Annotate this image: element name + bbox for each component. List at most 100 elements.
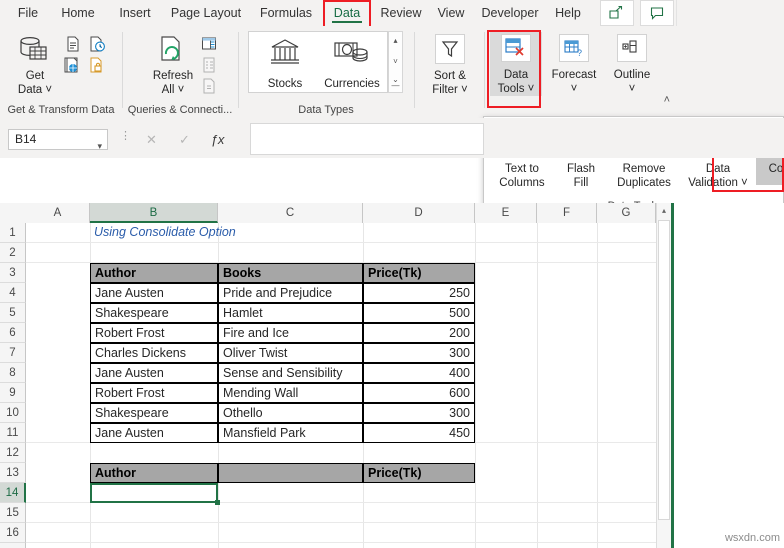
table-row[interactable]: 300 bbox=[363, 403, 475, 423]
row-header-17-partial[interactable] bbox=[0, 543, 26, 548]
enter-icon[interactable]: ✓ bbox=[168, 129, 201, 150]
row-header-10[interactable]: 10 bbox=[0, 403, 26, 423]
gallery-scroll-down-icon[interactable]: ˅ bbox=[389, 58, 402, 66]
refresh-all-button[interactable]: Refresh All ˅ bbox=[144, 34, 202, 96]
from-text-csv-icon[interactable] bbox=[64, 35, 82, 53]
table-row[interactable]: Shakespeare bbox=[90, 303, 218, 323]
stocks-button[interactable]: Stocks bbox=[253, 36, 317, 90]
row-header-11[interactable]: 11 bbox=[0, 423, 26, 443]
column-header-g[interactable]: G bbox=[597, 203, 656, 223]
tab-file[interactable]: File bbox=[6, 0, 50, 26]
row-header-6[interactable]: 6 bbox=[0, 323, 26, 343]
gallery-scroll-up-icon[interactable]: ▴ bbox=[389, 37, 402, 45]
tab-developer[interactable]: Developer bbox=[474, 0, 546, 26]
active-cell-b14[interactable] bbox=[90, 483, 218, 503]
get-data-button[interactable]: Get Data ˅ bbox=[6, 34, 64, 96]
ribbon-collapse-icon[interactable]: ˄ bbox=[664, 94, 670, 106]
row-header-1[interactable]: 1 bbox=[0, 223, 26, 243]
table-row[interactable]: Mansfield Park bbox=[218, 423, 363, 443]
table-row[interactable]: Mending Wall bbox=[218, 383, 363, 403]
table-row[interactable]: Othello bbox=[218, 403, 363, 423]
comments-icon[interactable] bbox=[640, 0, 674, 26]
existing-connections-icon[interactable] bbox=[88, 56, 106, 74]
outline-button[interactable]: Outline ˅ bbox=[606, 32, 658, 96]
sheet-cells[interactable]: Using Consolidate Option Author Books Pr… bbox=[26, 223, 656, 548]
row-header-15[interactable]: 15 bbox=[0, 503, 26, 523]
recent-sources-icon[interactable] bbox=[88, 35, 106, 53]
queries-connections-icon[interactable] bbox=[200, 35, 218, 53]
row-header-2[interactable]: 2 bbox=[0, 243, 26, 263]
column-header-d[interactable]: D bbox=[363, 203, 475, 223]
table-row[interactable]: 450 bbox=[363, 423, 475, 443]
table-row[interactable]: 500 bbox=[363, 303, 475, 323]
outline-chevron: ˅ bbox=[628, 82, 636, 95]
row-header-9[interactable]: 9 bbox=[0, 383, 26, 403]
table1-header-author[interactable]: Author bbox=[90, 263, 218, 283]
row-header-12[interactable]: 12 bbox=[0, 443, 26, 463]
table-row[interactable]: Robert Frost bbox=[90, 323, 218, 343]
scroll-up-icon[interactable]: ▴ bbox=[657, 203, 671, 219]
sort-filter-button[interactable]: Sort & Filter ˅ bbox=[422, 34, 478, 96]
column-header-a[interactable]: A bbox=[26, 203, 90, 223]
table-row[interactable]: 600 bbox=[363, 383, 475, 403]
tab-help[interactable]: Help bbox=[548, 0, 588, 26]
table-row[interactable]: Pride and Prejudice bbox=[218, 283, 363, 303]
column-header-f[interactable]: F bbox=[537, 203, 597, 223]
gallery-more-icon[interactable]: ⌄ — bbox=[389, 76, 402, 90]
table-row[interactable]: Oliver Twist bbox=[218, 343, 363, 363]
table-row[interactable]: 250 bbox=[363, 283, 475, 303]
row-header-4[interactable]: 4 bbox=[0, 283, 26, 303]
vertical-scrollbar[interactable]: ▴ bbox=[656, 203, 671, 548]
ribbon-group-tools: Data Tools ˅ ? Forecast ˅ Outline ˅ ˄ bbox=[486, 26, 670, 118]
table1-header-books[interactable]: Books bbox=[218, 263, 363, 283]
table-row[interactable]: Hamlet bbox=[218, 303, 363, 323]
worksheet-title-cell[interactable]: Using Consolidate Option bbox=[94, 223, 374, 243]
data-tools-button[interactable]: Data Tools ˅ bbox=[490, 32, 542, 96]
data-types-scroll[interactable]: ▴ ˅ ⌄ — bbox=[388, 31, 403, 93]
formula-bar-grip[interactable]: ⋮ bbox=[120, 131, 131, 142]
row-header-5[interactable]: 5 bbox=[0, 303, 26, 323]
table-row[interactable]: Jane Austen bbox=[90, 283, 218, 303]
column-header-e[interactable]: E bbox=[475, 203, 537, 223]
table-row[interactable]: Charles Dickens bbox=[90, 343, 218, 363]
insert-function-icon[interactable]: ƒx bbox=[201, 129, 234, 150]
table1-header-price[interactable]: Price(Tk) bbox=[363, 263, 475, 283]
table-row[interactable]: Fire and Ice bbox=[218, 323, 363, 343]
forecast-button[interactable]: ? Forecast ˅ bbox=[546, 32, 602, 96]
scrollbar-thumb[interactable] bbox=[658, 220, 670, 520]
row-header-16[interactable]: 16 bbox=[0, 523, 26, 543]
tab-view[interactable]: View bbox=[430, 0, 472, 26]
row-header-14[interactable]: 14 bbox=[0, 483, 26, 503]
tab-page-layout[interactable]: Page Layout bbox=[162, 0, 250, 26]
row-header-3[interactable]: 3 bbox=[0, 263, 26, 283]
tab-review[interactable]: Review bbox=[374, 0, 428, 26]
table-row[interactable]: Jane Austen bbox=[90, 363, 218, 383]
tab-home[interactable]: Home bbox=[52, 0, 104, 26]
table-row[interactable]: Robert Frost bbox=[90, 383, 218, 403]
column-header-c[interactable]: C bbox=[218, 203, 363, 223]
row-header-7[interactable]: 7 bbox=[0, 343, 26, 363]
table2-header-author[interactable]: Author bbox=[90, 463, 218, 483]
column-header-b[interactable]: B bbox=[90, 203, 218, 223]
tab-insert[interactable]: Insert bbox=[110, 0, 160, 26]
table-row[interactable]: Sense and Sensibility bbox=[218, 363, 363, 383]
table-row[interactable]: Shakespeare bbox=[90, 403, 218, 423]
share-icon[interactable] bbox=[600, 0, 634, 26]
currencies-button[interactable]: Currencies bbox=[317, 36, 387, 90]
row-header-13[interactable]: 13 bbox=[0, 463, 26, 483]
formula-input[interactable] bbox=[250, 123, 484, 155]
table-row[interactable]: 400 bbox=[363, 363, 475, 383]
name-box[interactable]: B14 ▾ bbox=[8, 129, 108, 151]
name-box-chevron-icon[interactable]: ▾ bbox=[97, 137, 102, 156]
table-row[interactable]: 300 bbox=[363, 343, 475, 363]
table2-header-price[interactable]: Price(Tk) bbox=[363, 463, 475, 483]
from-web-icon[interactable] bbox=[64, 56, 82, 74]
tab-formulas[interactable]: Formulas bbox=[252, 0, 320, 26]
fill-handle[interactable] bbox=[215, 500, 220, 505]
row-header-8[interactable]: 8 bbox=[0, 363, 26, 383]
table-row[interactable]: 200 bbox=[363, 323, 475, 343]
table-row[interactable]: Jane Austen bbox=[90, 423, 218, 443]
table2-header-blank[interactable] bbox=[218, 463, 363, 483]
cancel-icon[interactable]: ✕ bbox=[135, 129, 168, 150]
tab-data[interactable]: Data bbox=[324, 0, 370, 26]
